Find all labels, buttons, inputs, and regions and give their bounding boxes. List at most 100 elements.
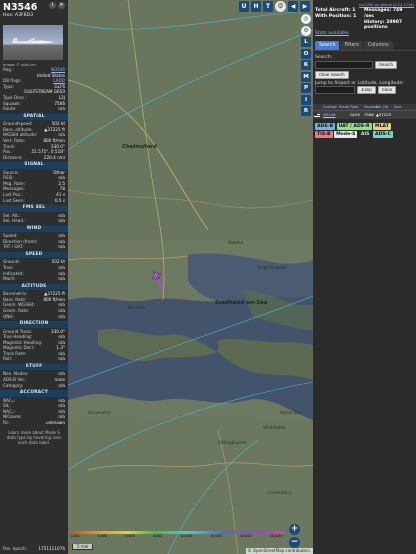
section-header-speed[interactable]: SPEED xyxy=(0,252,68,259)
place-label: Southend-on-Sea xyxy=(215,300,268,306)
toolbar-button-u[interactable]: U xyxy=(239,1,249,12)
map-canvas[interactable] xyxy=(68,0,313,554)
section-header-spatial[interactable]: SPATIAL xyxy=(0,113,68,121)
search-input[interactable] xyxy=(315,60,373,69)
aircraft-info-panel: N3546 Hex: A3F6D3 i ✕ Image © adsc.eu Re… xyxy=(0,0,68,554)
side-button-m[interactable]: M xyxy=(301,71,311,82)
tab-filters[interactable]: Filters xyxy=(340,40,363,50)
spatial-label: Distance: xyxy=(3,154,23,160)
aircraft-list-panel: tar1090 on github (3.14.1714) Total Airc… xyxy=(313,0,416,554)
column-header[interactable]: Route xyxy=(337,104,349,110)
column-header[interactable]: Type xyxy=(348,104,362,110)
altitude-legend: 1,000 4,000 6,000 8,000 10,000 20,000 30,000 40… xyxy=(70,531,284,539)
gear-icon[interactable]: ⚙ xyxy=(275,1,286,12)
messages-rate: Messages: 749 /sec xyxy=(364,8,403,19)
section-header-stuff[interactable]: STUFF xyxy=(0,364,68,371)
stuff-label: Category: xyxy=(3,382,24,388)
source-badge: ADS-C xyxy=(373,131,393,139)
column-header[interactable]: Squawk xyxy=(362,104,378,110)
column-header[interactable]: Alt. (ft) xyxy=(374,104,392,110)
source-badge: TIS-B xyxy=(315,131,333,139)
expand-right-icon[interactable]: ▶ xyxy=(300,1,310,12)
table-header: Callsign Route Type Squawk Alt. (ft) Spd xyxy=(313,103,416,111)
accuracy-value: unknown xyxy=(45,420,65,426)
cell-callsign[interactable]: N3546 xyxy=(321,111,337,119)
legend-tick: 8,000 xyxy=(152,534,163,538)
pos-epoch-label: Pos. epoch: xyxy=(3,546,27,552)
section-header-wind[interactable]: WIND xyxy=(0,225,68,233)
toolbar-button-t[interactable]: T xyxy=(263,1,273,12)
aircraft-marker-icon[interactable] xyxy=(151,270,161,280)
place-label: Maldon xyxy=(228,240,244,245)
detail-value: n/a xyxy=(58,106,65,112)
settings-icon[interactable]: ⚙ xyxy=(301,25,311,36)
clear-search-button[interactable]: Clear Search xyxy=(315,70,349,79)
info-sections: SPATIAL Groundspeed: 502 kt Baro. altitude:… xyxy=(0,113,68,426)
place-label: Chelmsford xyxy=(122,144,157,150)
accuracy-label: Rc: xyxy=(3,420,10,426)
clear-jump-button[interactable]: Clear xyxy=(377,85,397,94)
wind-value: n/a xyxy=(58,244,65,250)
cell-type: GLF6 xyxy=(350,111,360,117)
side-button-k[interactable]: K xyxy=(301,60,311,70)
cell-squawk: 7566 xyxy=(364,111,374,117)
side-button-l[interactable]: L xyxy=(301,37,311,47)
place-label: Sittingbourne xyxy=(218,440,247,445)
jump-button[interactable]: Jump xyxy=(357,85,376,94)
info-icon[interactable]: i xyxy=(49,2,56,9)
jump-input[interactable] xyxy=(315,85,355,94)
column-header[interactable]: Callsign xyxy=(313,104,337,110)
side-button-i[interactable]: I xyxy=(301,94,311,105)
altitude-row: QNH: n/a xyxy=(0,314,68,320)
section-header-direction[interactable]: DIRECTION xyxy=(0,321,68,328)
tab-columns[interactable]: Columns xyxy=(363,40,393,50)
stuff-row: Category: n/a xyxy=(0,383,68,389)
wind-label: TAT / OAT: xyxy=(3,244,24,250)
pos-epoch: Pos. epoch: 1751111076 xyxy=(0,546,68,552)
collapse-left-icon[interactable]: ◀ xyxy=(288,1,298,12)
section-header-altitude[interactable]: ALTITUDE xyxy=(0,283,68,291)
side-button-r[interactable]: R xyxy=(301,106,311,116)
column-header[interactable]: Spd xyxy=(392,104,402,110)
section-header-accuracy[interactable]: ACCURACY xyxy=(0,390,68,397)
zoom-in-button[interactable]: + xyxy=(289,524,300,535)
cell-route xyxy=(337,111,348,119)
direction-label: Roll: xyxy=(3,356,13,362)
legend-tick: 6,000 xyxy=(125,534,135,538)
source-badge: UAT / ADS-R xyxy=(336,122,372,130)
speed-value: n/a xyxy=(58,276,65,282)
side-button-o[interactable]: O xyxy=(301,48,311,59)
us-flag-icon xyxy=(314,112,320,117)
toolbar-button-h[interactable]: H xyxy=(251,1,261,12)
version-link[interactable]: tar1090 on github (3.14.1714) xyxy=(313,0,416,8)
side-button-p[interactable]: P xyxy=(301,83,311,93)
source-badge: MLAT xyxy=(373,122,391,130)
aircraft-photo[interactable] xyxy=(3,25,63,60)
close-icon[interactable]: ✕ xyxy=(58,2,65,9)
section-header-signal[interactable]: SIGNAL xyxy=(0,162,68,169)
signal-label: Last Seen: xyxy=(3,197,25,203)
search-button[interactable]: Search xyxy=(375,60,397,69)
section-header-fms[interactable]: FMS SEL xyxy=(0,205,68,212)
map-view[interactable]: Chelmsford Maldon Brightlingsea Basildon… xyxy=(68,0,313,554)
detail-label: Type: xyxy=(3,83,15,89)
pos-epoch-value: 1751111076 xyxy=(38,546,65,552)
table-row[interactable]: N3546 GLF6 7566 ▲37225 xyxy=(313,110,416,119)
detail-label: Reg.: xyxy=(3,67,14,72)
map-attribution[interactable]: © OpenStreetMap contributors. xyxy=(245,548,313,554)
aircraft-header: N3546 Hex: A3F6D3 i ✕ xyxy=(0,0,68,24)
learn-more-note: Learn more about Mode S data type by hov… xyxy=(6,429,62,445)
zoom-out-button[interactable]: − xyxy=(289,537,300,548)
wind-row: TAT / OAT: n/a xyxy=(0,244,68,250)
source-badge: AIS xyxy=(358,131,372,139)
scale-bar: 5 nmi xyxy=(72,544,94,550)
fms-value: n/a xyxy=(58,218,65,224)
fms-row: Sel. Head.: n/a xyxy=(0,218,68,224)
tab-search[interactable]: Search xyxy=(315,40,340,50)
hex-code: Hex: A3F6D3 xyxy=(3,13,34,18)
panel-tabs: Search Filters Columns xyxy=(313,37,416,50)
altitude-label: QNH: xyxy=(3,313,14,319)
jet-image xyxy=(12,38,54,44)
layers-icon[interactable]: ◎ xyxy=(301,14,311,24)
with-position: With Position: 1 xyxy=(315,13,357,19)
